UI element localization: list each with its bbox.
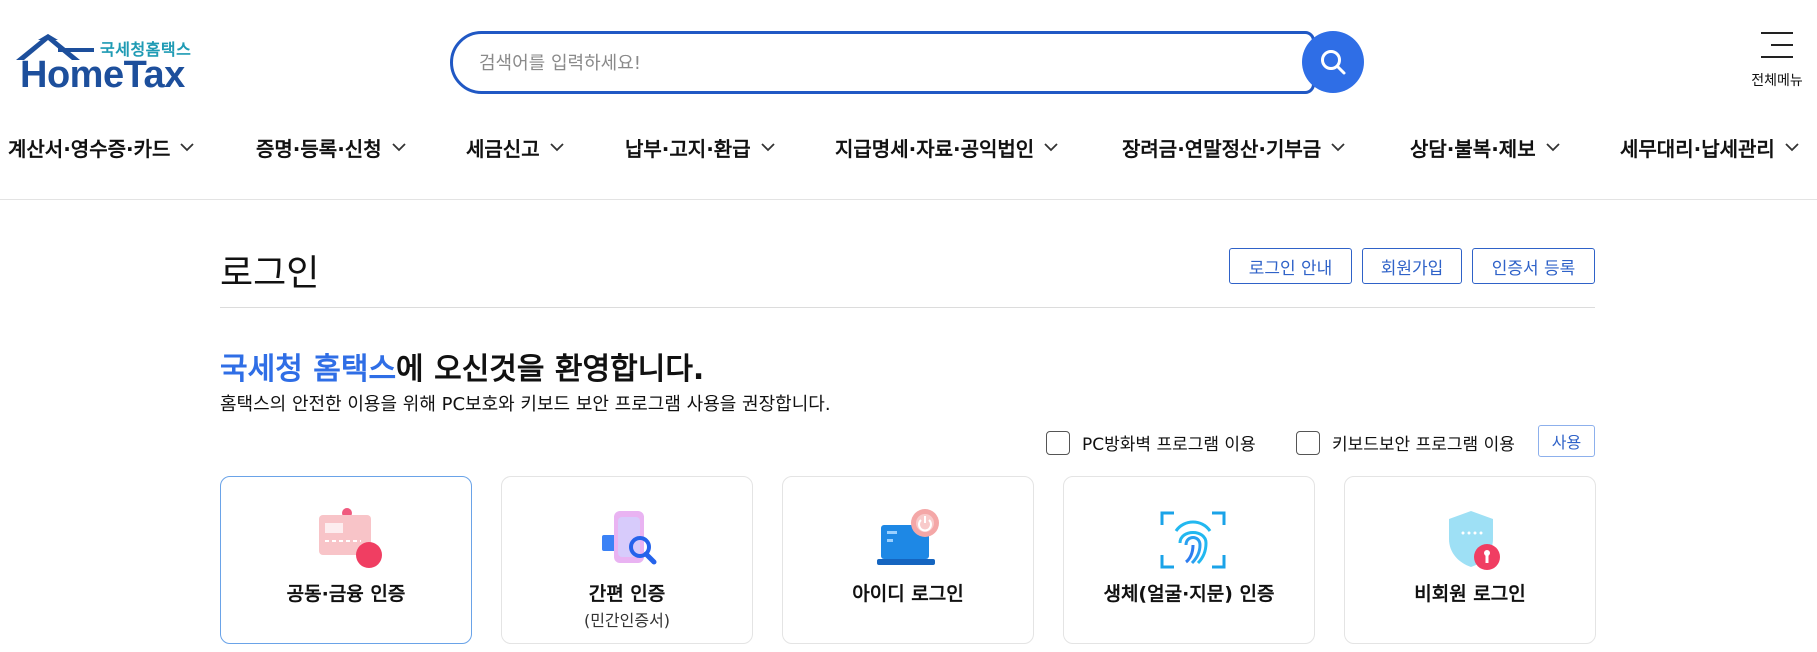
nav-item-label: 세무대리·납세관리 xyxy=(1620,137,1775,161)
welcome-rest: 에 오신것을 환영합니다. xyxy=(396,352,705,387)
nav-item-label: 증명·등록·신청 xyxy=(256,137,382,161)
nav-item-certificate[interactable]: 증명·등록·신청 xyxy=(256,133,406,162)
nav-item-consultation[interactable]: 상담·불복·제보 xyxy=(1410,133,1560,162)
nav-item-incentive[interactable]: 장려금·연말정산·기부금 xyxy=(1122,133,1345,162)
nav-item-label: 계산서·영수증·카드 xyxy=(8,137,171,161)
chevron-down-icon xyxy=(549,143,564,152)
login-method-certificate[interactable]: 공동·금융 인증 xyxy=(220,476,472,644)
keyboard-security-checkbox[interactable] xyxy=(1296,430,1320,455)
chevron-down-icon xyxy=(760,143,775,152)
signup-button[interactable]: 회원가입 xyxy=(1362,248,1462,284)
card-sublabel: (민간인증서) xyxy=(583,611,671,630)
certificate-card-icon xyxy=(319,508,382,568)
nav-item-label: 세금신고 xyxy=(466,137,540,161)
nav-item-tax-agent[interactable]: 세무대리·납세관리 xyxy=(1620,133,1799,162)
login-method-biometric[interactable]: 생체(얼굴·지문) 인증 xyxy=(1063,476,1315,644)
search-icon xyxy=(1321,50,1346,75)
search-button[interactable] xyxy=(1302,31,1364,93)
nav-item-payment[interactable]: 납부·고지·환급 xyxy=(625,133,775,162)
chevron-down-icon xyxy=(1785,143,1799,152)
login-method-simple[interactable]: 간편 인증 (민간인증서) xyxy=(501,476,753,644)
nav-item-statement[interactable]: 지급명세·자료·공익법인 xyxy=(835,133,1058,162)
login-guide-button[interactable]: 로그인 안내 xyxy=(1229,248,1352,284)
keyboard-security-option[interactable]: 키보드보안 프로그램 이용 xyxy=(1296,430,1515,455)
shield-lock-icon xyxy=(1449,511,1500,570)
fingerprint-icon xyxy=(1160,511,1226,569)
nav-item-label: 상담·불복·제보 xyxy=(1410,137,1536,161)
laptop-power-icon xyxy=(877,509,939,565)
nav-item-invoice[interactable]: 계산서·영수증·카드 xyxy=(8,133,195,162)
page-title: 로그인 xyxy=(220,253,320,294)
nav-item-label: 장려금·연말정산·기부금 xyxy=(1122,137,1322,161)
nav-item-label: 지급명세·자료·공익법인 xyxy=(835,137,1035,161)
card-label: 비회원 로그인 xyxy=(1414,583,1526,605)
firewall-option[interactable]: PC방화벽 프로그램 이용 xyxy=(1046,430,1256,455)
nav-item-label: 납부·고지·환급 xyxy=(625,137,751,161)
hamburger-icon xyxy=(1761,32,1793,58)
chevron-down-icon xyxy=(391,143,406,152)
use-button[interactable]: 사용 xyxy=(1538,425,1595,457)
card-label: 간편 인증 xyxy=(588,583,666,605)
main-navigation: 계산서·영수증·카드 증명·등록·신청 세금신고 납부·고지·환급 지급명세·자… xyxy=(0,133,1817,169)
welcome-heading: 국세청 홈택스에 오신것을 환영합니다. xyxy=(220,344,704,388)
chevron-down-icon xyxy=(1545,143,1560,152)
search-input[interactable] xyxy=(479,48,1259,78)
chevron-down-icon xyxy=(1331,143,1345,152)
hometax-logo[interactable]: 국세청홈택스 HomeTax xyxy=(8,30,198,96)
keyboard-security-label: 키보드보안 프로그램 이용 xyxy=(1332,435,1515,455)
chevron-down-icon xyxy=(1044,143,1058,152)
all-menu-label: 전체메뉴 xyxy=(1751,73,1803,89)
all-menu-button[interactable]: 전체메뉴 xyxy=(1742,30,1812,90)
welcome-highlight: 국세청 홈택스 xyxy=(220,352,397,387)
card-label: 생체(얼굴·지문) 인증 xyxy=(1103,583,1275,605)
search-box xyxy=(450,31,1315,94)
firewall-checkbox[interactable] xyxy=(1046,430,1070,455)
security-recommendation-text: 홈택스의 안전한 이용을 위해 PC보호와 키보드 보안 프로그램 사용을 권장… xyxy=(220,394,831,415)
nav-item-tax-return[interactable]: 세금신고 xyxy=(466,133,564,162)
cert-register-button[interactable]: 인증서 등록 xyxy=(1472,248,1595,284)
firewall-label: PC방화벽 프로그램 이용 xyxy=(1082,435,1256,455)
card-label: 아이디 로그인 xyxy=(852,583,964,605)
login-method-guest[interactable]: 비회원 로그인 xyxy=(1344,476,1596,644)
logo-hometax-text: HomeTax xyxy=(20,54,185,96)
login-method-id[interactable]: 아이디 로그인 xyxy=(782,476,1034,644)
header-divider xyxy=(0,199,1817,200)
title-divider xyxy=(220,307,1595,308)
card-label: 공동·금융 인증 xyxy=(286,583,406,605)
mobile-search-icon xyxy=(602,511,657,565)
chevron-down-icon xyxy=(180,143,195,152)
